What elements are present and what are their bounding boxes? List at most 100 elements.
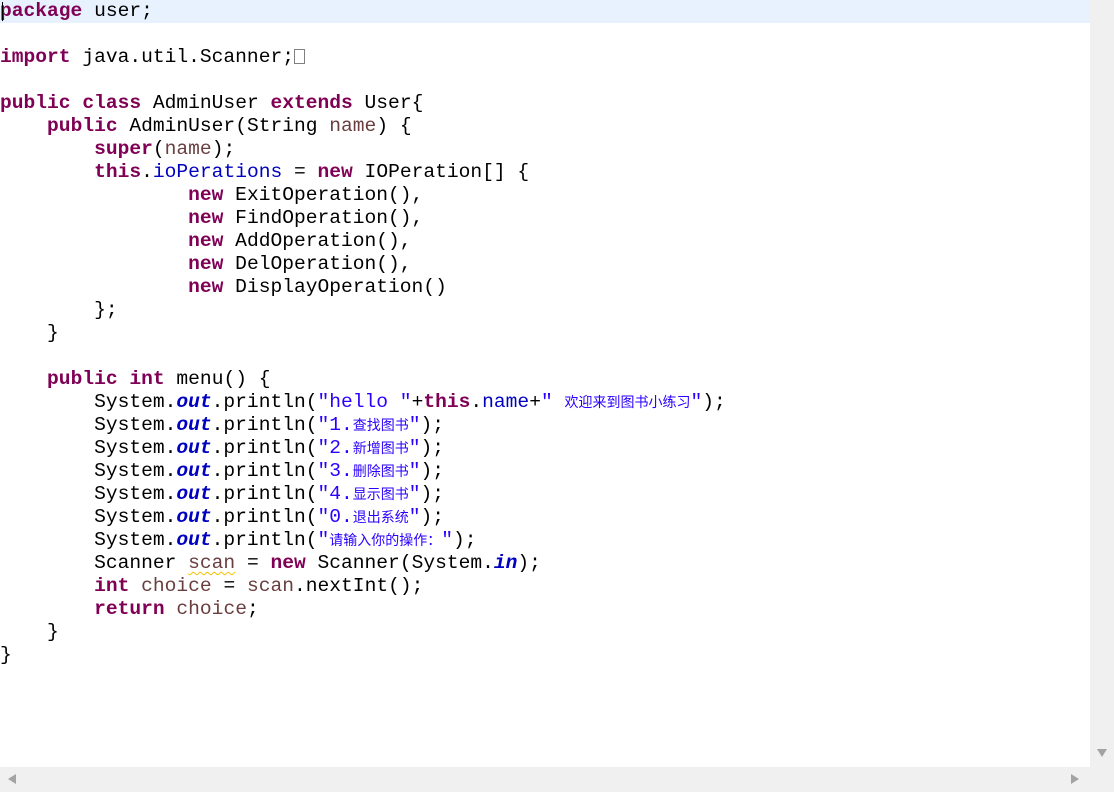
code-line[interactable]: package user; (0, 0, 1090, 23)
code-text: . (470, 391, 483, 413)
arrow-right-icon[interactable] (1071, 774, 1079, 784)
code-text: AdminUser (141, 92, 271, 114)
code-text: ); (453, 529, 477, 551)
code-keyword: package (0, 0, 83, 22)
code-text: System. (0, 437, 177, 459)
code-keyword: new (188, 253, 224, 275)
code-string: " (408, 414, 421, 436)
code-line[interactable]: public AdminUser(String name) { (0, 115, 1090, 138)
code-keyword: extends (270, 92, 353, 114)
code-text: IOPeration[] { (352, 161, 530, 183)
code-text: ); (420, 414, 445, 436)
code-line[interactable] (0, 69, 1090, 92)
code-string: " (408, 437, 421, 459)
code-string: 显示图书 (352, 487, 409, 503)
code-line[interactable]: new AddOperation(), (0, 230, 1090, 253)
code-text: } (0, 644, 12, 666)
code-text: System. (0, 460, 177, 482)
code-text: .nextInt(); (294, 575, 424, 597)
code-keyword: public (47, 368, 118, 390)
code-variable: scan (188, 552, 236, 574)
code-string: " (408, 506, 421, 528)
text-caret (2, 2, 3, 21)
code-string: 查找图书 (352, 418, 409, 434)
code-line[interactable]: public class AdminUser extends User{ (0, 92, 1090, 115)
code-line[interactable]: return choice; (0, 598, 1090, 621)
code-variable: choice (176, 598, 247, 620)
code-line[interactable]: System.out.println("2.新增图书"); (0, 437, 1090, 460)
horizontal-scrollbar[interactable] (0, 767, 1114, 792)
fold-toggle-icon[interactable] (293, 49, 305, 64)
code-line[interactable]: } (0, 621, 1090, 644)
code-text: Scanner (0, 552, 189, 574)
code-text: ExitOperation(), (223, 184, 424, 206)
code-text: = (282, 161, 318, 183)
code-text: ) { (376, 115, 412, 137)
code-line[interactable] (0, 23, 1090, 46)
code-keyword: this (94, 161, 142, 183)
code-keyword: new (188, 207, 224, 229)
code-text: AdminUser(String (117, 115, 330, 137)
code-string: " (540, 391, 565, 413)
code-string: "1. (317, 414, 353, 436)
code-variable: scan (246, 575, 295, 597)
code-text: System. (0, 506, 177, 528)
code-text: . (141, 161, 153, 183)
code-text: DisplayOperation() (223, 276, 447, 298)
code-keyword: this (423, 391, 471, 413)
code-variable: name (164, 138, 212, 160)
code-text: .println( (211, 529, 318, 551)
code-string: "0. (317, 506, 353, 528)
code-line[interactable] (0, 345, 1090, 368)
code-line[interactable]: }; (0, 299, 1090, 322)
code-keyword: import (0, 46, 71, 68)
code-text: java.util.Scanner; (70, 46, 294, 68)
code-text: .println( (211, 414, 318, 436)
code-line[interactable]: int choice = scan.nextInt(); (0, 575, 1090, 598)
code-text: System. (0, 414, 177, 436)
code-keyword: new (270, 552, 306, 574)
code-text: + (529, 391, 541, 413)
code-line[interactable]: super(name); (0, 138, 1090, 161)
code-line[interactable]: System.out.println("0.退出系统"); (0, 506, 1090, 529)
code-static-field: out (176, 529, 212, 551)
code-line[interactable]: System.out.println("4.显示图书"); (0, 483, 1090, 506)
code-text: AddOperation(), (223, 230, 412, 252)
code-line[interactable]: this.ioPerations = new IOPeration[] { (0, 161, 1090, 184)
code-variable: name (329, 115, 377, 137)
vertical-scrollbar[interactable] (1090, 0, 1114, 767)
arrow-left-icon[interactable] (8, 774, 16, 784)
code-string: " (408, 460, 421, 482)
code-line[interactable]: new DisplayOperation() (0, 276, 1090, 299)
code-line[interactable]: Scanner scan = new Scanner(System.in); (0, 552, 1090, 575)
code-line[interactable]: public int menu() { (0, 368, 1090, 391)
code-text: = (235, 552, 271, 574)
code-keyword: public (0, 92, 71, 114)
code-text: ); (420, 483, 445, 505)
code-text: .println( (211, 391, 318, 413)
code-static-field: in (493, 552, 518, 574)
code-text: Scanner(System. (305, 552, 494, 574)
code-editor[interactable]: package user; import java.util.Scanner; pu… (0, 0, 1090, 767)
arrow-down-icon[interactable] (1097, 749, 1107, 757)
code-line[interactable]: System.out.println("3.删除图书"); (0, 460, 1090, 483)
code-line[interactable]: new FindOperation(), (0, 207, 1090, 230)
code-string: " (408, 483, 421, 505)
code-line[interactable]: } (0, 322, 1090, 345)
code-line[interactable]: } (0, 644, 1090, 667)
code-line[interactable]: System.out.println("hello "+this.name+" … (0, 391, 1090, 414)
code-text: = (211, 575, 247, 597)
code-line[interactable]: new DelOperation(), (0, 253, 1090, 276)
code-line[interactable]: import java.util.Scanner; (0, 46, 1090, 69)
code-line[interactable]: System.out.println("1.查找图书"); (0, 414, 1090, 437)
code-text: System. (0, 391, 177, 413)
code-variable: choice (141, 575, 212, 597)
code-static-field: out (176, 483, 212, 505)
code-line[interactable]: new ExitOperation(), (0, 184, 1090, 207)
code-line[interactable]: System.out.println("请输入你的操作："); (0, 529, 1090, 552)
code-static-field: out (176, 506, 212, 528)
